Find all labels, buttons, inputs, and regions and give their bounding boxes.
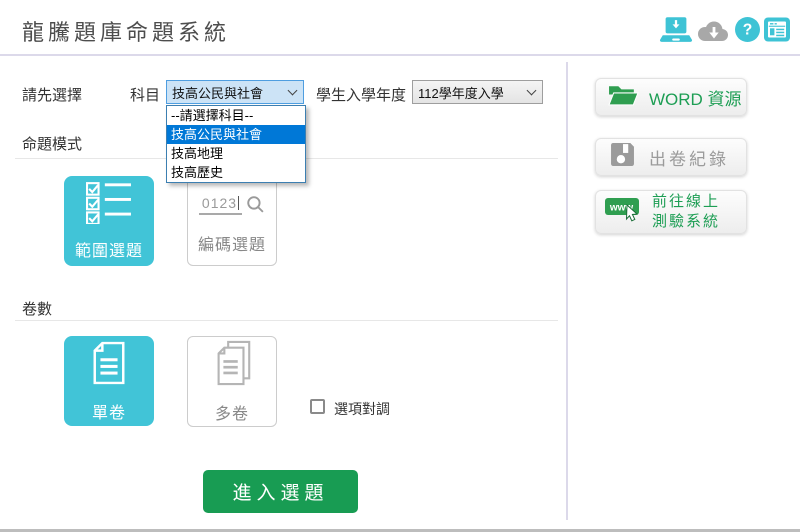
text-caret — [238, 196, 239, 210]
online-test-line2: 測驗系統 — [652, 213, 720, 230]
laptop-download-icon[interactable] — [659, 16, 693, 50]
choose-first-label: 請先選擇 — [22, 84, 82, 105]
subject-select-value: 技高公民與社會 — [172, 83, 263, 102]
code-input-value: 0123 — [202, 195, 237, 211]
range-button-label: 範圍選題 — [75, 237, 143, 261]
enroll-year-label: 學生入學年度 — [316, 84, 406, 105]
export-record-button[interactable]: 出卷紀錄 — [595, 138, 747, 176]
www-cursor-icon: www — [604, 196, 644, 229]
multi-paper-button[interactable]: 多卷 — [187, 336, 277, 427]
subject-label: 科目 — [130, 84, 160, 105]
mode-section-title: 命題模式 — [22, 133, 82, 154]
code-input-row: 0123 — [199, 195, 265, 215]
cloud-download-icon[interactable] — [694, 19, 730, 49]
subject-dropdown[interactable]: --請選擇科目--技高公民與社會技高地理技高歷史 — [166, 105, 306, 183]
code-select-button[interactable]: 0123 編碼選題 — [187, 174, 277, 266]
swap-options-checkbox[interactable] — [310, 399, 325, 414]
svg-text:?: ? — [743, 22, 753, 39]
papers-section-title: 卷數 — [22, 298, 52, 319]
document-icon — [90, 340, 128, 391]
word-resource-button[interactable]: WORD 資源 — [595, 78, 747, 116]
single-paper-label: 單卷 — [92, 399, 126, 423]
checklist-icon — [86, 182, 132, 229]
code-input[interactable]: 0123 — [199, 195, 242, 215]
subject-option[interactable]: 技高地理 — [167, 144, 305, 163]
enter-selection-button[interactable]: 進入選題 — [203, 470, 358, 513]
online-test-button[interactable]: www 前往線上 測驗系統 — [595, 190, 747, 234]
subject-option[interactable]: --請選擇科目-- — [167, 106, 305, 125]
enroll-year-value: 112學年度入學 — [418, 83, 504, 102]
question-icon[interactable]: ? — [735, 17, 760, 47]
range-select-button[interactable]: 範圍選題 — [64, 176, 154, 266]
documents-stack-icon — [210, 339, 254, 392]
divider — [15, 320, 558, 321]
enroll-year-select[interactable]: 112學年度入學 — [412, 80, 543, 104]
folder-icon — [608, 82, 639, 112]
word-resource-label: WORD 資源 — [649, 85, 742, 110]
search-icon[interactable] — [246, 195, 265, 214]
floppy-disk-icon — [610, 142, 635, 172]
single-paper-button[interactable]: 單卷 — [64, 336, 154, 426]
chevron-down-icon — [288, 85, 298, 95]
subject-option[interactable]: 技高歷史 — [167, 163, 305, 182]
header: 龍騰題庫命題系統 — [0, 0, 800, 56]
code-button-label: 編碼選題 — [198, 231, 266, 255]
subject-select[interactable]: 技高公民與社會 — [166, 80, 304, 104]
exam-builder-page: 龍騰題庫命題系統 — [0, 0, 800, 532]
export-record-label: 出卷紀錄 — [649, 145, 729, 170]
online-test-label: 前往線上 測驗系統 — [652, 192, 720, 233]
subject-option[interactable]: 技高公民與社會 — [167, 125, 305, 144]
page-title: 龍騰題庫命題系統 — [22, 15, 230, 47]
multi-paper-label: 多卷 — [215, 400, 249, 424]
chevron-down-icon — [527, 85, 537, 95]
vertical-divider — [566, 62, 568, 520]
online-test-line1: 前往線上 — [652, 193, 720, 210]
swap-options-label: 選項對調 — [334, 399, 390, 419]
window-list-icon[interactable] — [764, 17, 790, 47]
